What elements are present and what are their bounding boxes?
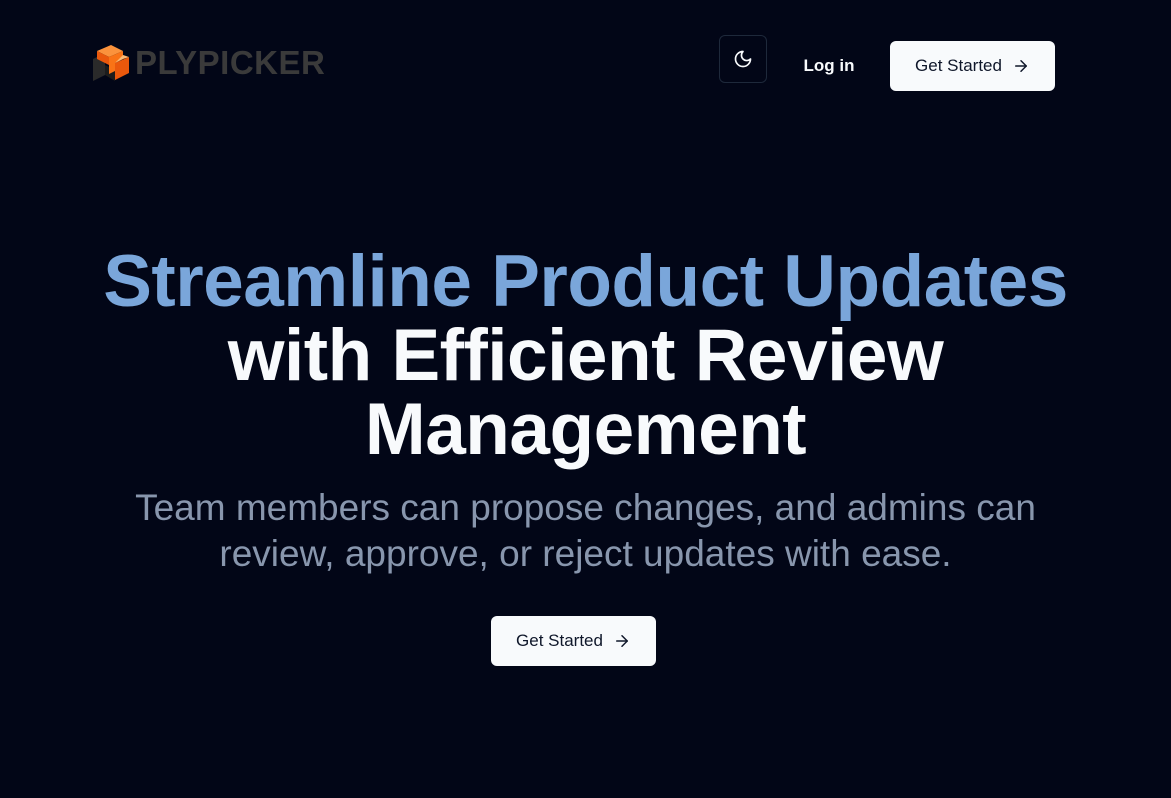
hero-get-started-button[interactable]: Get Started <box>491 616 656 666</box>
moon-icon <box>734 50 752 68</box>
site-header: PLYPICKER Log in Get Started <box>0 0 1171 130</box>
header-get-started-label: Get Started <box>915 56 1002 75</box>
hero-title: Streamline Product Updates with Efficien… <box>0 245 1171 467</box>
hero-title-rest: with Efficient Review Management <box>227 315 944 470</box>
hero-title-accent: Streamline Product Updates <box>103 241 1068 322</box>
logo[interactable]: PLYPICKER <box>91 43 325 83</box>
header-get-started-button[interactable]: Get Started <box>890 41 1055 91</box>
arrow-right-icon <box>1014 60 1027 72</box>
login-link[interactable]: Log in <box>792 41 866 91</box>
theme-toggle-button[interactable] <box>719 35 767 83</box>
logo-text: PLYPICKER <box>135 44 326 81</box>
arrow-right-icon <box>615 635 628 647</box>
hero-subtitle: Team members can propose changes, and ad… <box>135 487 1036 574</box>
hero-get-started-label: Get Started <box>516 631 603 650</box>
plypicker-logo-icon <box>93 45 129 81</box>
hero-section: Streamline Product Updates with Efficien… <box>0 245 1171 577</box>
